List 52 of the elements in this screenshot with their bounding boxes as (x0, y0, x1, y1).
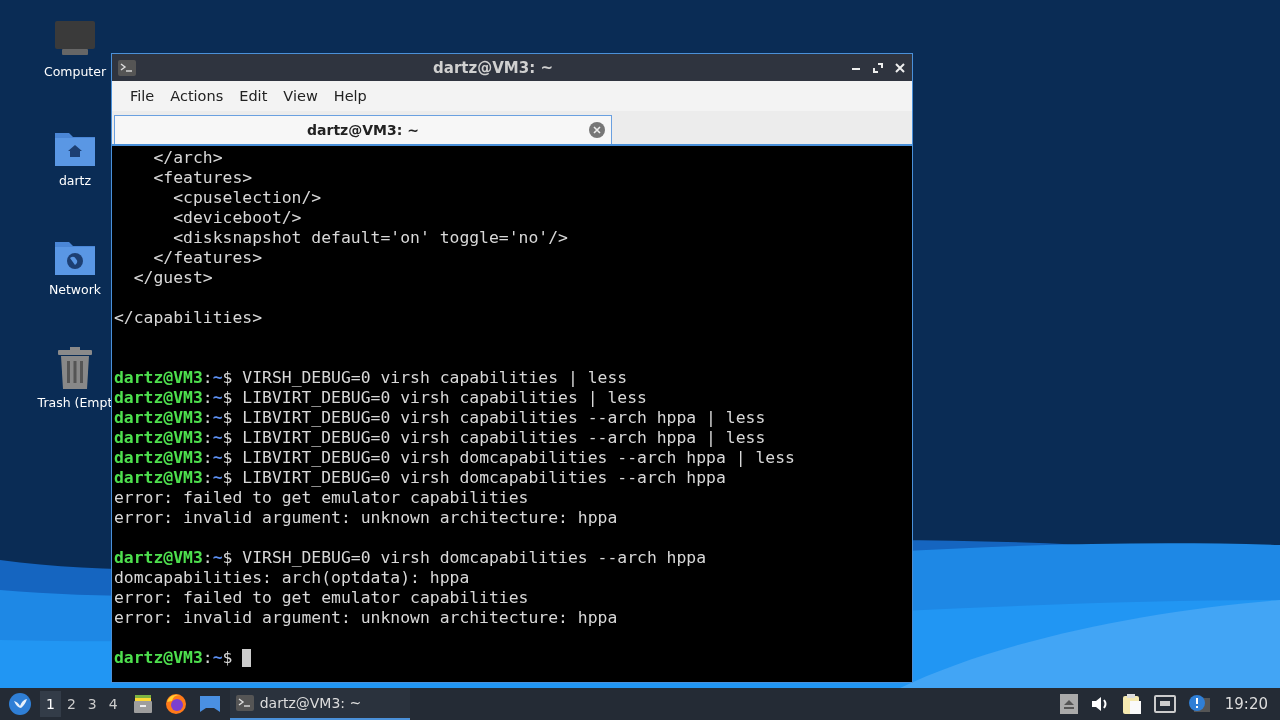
menu-item[interactable]: File (122, 88, 163, 104)
terminal-line: dartz@VM3:~$ LIBVIRT_DEBUG=0 virsh capabilities --arch hppa | less (114, 428, 766, 448)
terminal-line: dartz@VM3:~$ VIRSH_DEBUG=0 virsh capabilities | less (114, 368, 628, 388)
terminal-line: dartz@VM3:~$ LIBVIRT_DEBUG=0 virsh capabilities --arch hppa | less (114, 408, 766, 428)
close-button[interactable] (894, 61, 906, 74)
clock: 19:20 (1224, 695, 1268, 713)
menu-item[interactable]: Actions (162, 88, 232, 104)
terminal-line: </arch> (152, 148, 224, 168)
desktop-icon-label: Trash (Empt (37, 395, 113, 410)
terminal-line: </features> (152, 248, 264, 268)
terminal-line: error: invalid argument: unknown architecture: hppa (114, 608, 619, 628)
menu-item[interactable]: View (275, 88, 326, 104)
notification-icon[interactable] (1187, 694, 1210, 714)
terminal-line: error: invalid argument: unknown architecture: hppa (114, 508, 619, 528)
maximize-button[interactable] (872, 61, 884, 74)
window-title: dartz@VM3: ~ (432, 58, 554, 77)
trash-icon[interactable] (56, 347, 94, 389)
clipboard-icon[interactable] (1121, 693, 1142, 715)
workspace-button[interactable]: 4 (102, 691, 124, 717)
terminal-line: <cpuselection/> (172, 188, 323, 208)
workspace-button[interactable]: 3 (81, 691, 103, 717)
network-icon[interactable] (1153, 695, 1176, 713)
taskbar-button[interactable]: dartz@VM3: ~ (229, 688, 410, 720)
tab[interactable]: dartz@VM3: ~ (114, 115, 612, 144)
terminal-line: dartz@VM3:~$ (114, 648, 234, 668)
terminal-line: </guest> (132, 268, 214, 288)
terminal-icon (235, 695, 254, 711)
desktop-icon-label: dartz (58, 173, 92, 188)
workspace-button[interactable]: 1 (40, 691, 61, 717)
terminal-line: dartz@VM3:~$ VIRSH_DEBUG=0 virsh domcapabilities --arch hppa (114, 548, 707, 568)
terminal-line: </capabilities> (114, 308, 264, 328)
terminal-line: dartz@VM3:~$ LIBVIRT_DEBUG=0 virsh domcapabilities --arch hppa (114, 468, 726, 488)
desktop-icon-label: Network (48, 282, 102, 297)
monitor-icon[interactable] (54, 20, 96, 58)
terminal-line: error: failed to get emulator capabilities (114, 488, 530, 508)
terminal-line: <deviceboot/> (172, 208, 303, 228)
terminal-line: domcapabilities: arch(optdata): hppa (114, 568, 471, 588)
terminal-line: dartz@VM3:~$ LIBVIRT_DEBUG=0 virsh capabilities | less (114, 388, 647, 408)
workspace-button[interactable]: 2 (60, 691, 82, 717)
show-desktop-icon[interactable] (198, 695, 221, 713)
eject-icon[interactable] (1059, 694, 1078, 714)
terminal-line: dartz@VM3:~$ LIBVIRT_DEBUG=0 virsh domcapabilities --arch hppa | less (114, 448, 795, 468)
terminal-icon (118, 59, 136, 76)
menu-item[interactable]: Edit (231, 88, 276, 104)
browser-icon[interactable] (164, 693, 187, 715)
terminal-line: <features> (152, 168, 254, 188)
terminal-line: <disksnapshot default='on' toggle='no'/> (172, 228, 569, 248)
file-cabinet-icon[interactable] (132, 694, 153, 714)
desktop-icon-label: Computer (43, 64, 107, 79)
terminal-line: error: failed to get emulator capabilities (114, 588, 530, 608)
menu-item[interactable]: Help (325, 88, 375, 104)
close-icon[interactable] (589, 122, 605, 138)
